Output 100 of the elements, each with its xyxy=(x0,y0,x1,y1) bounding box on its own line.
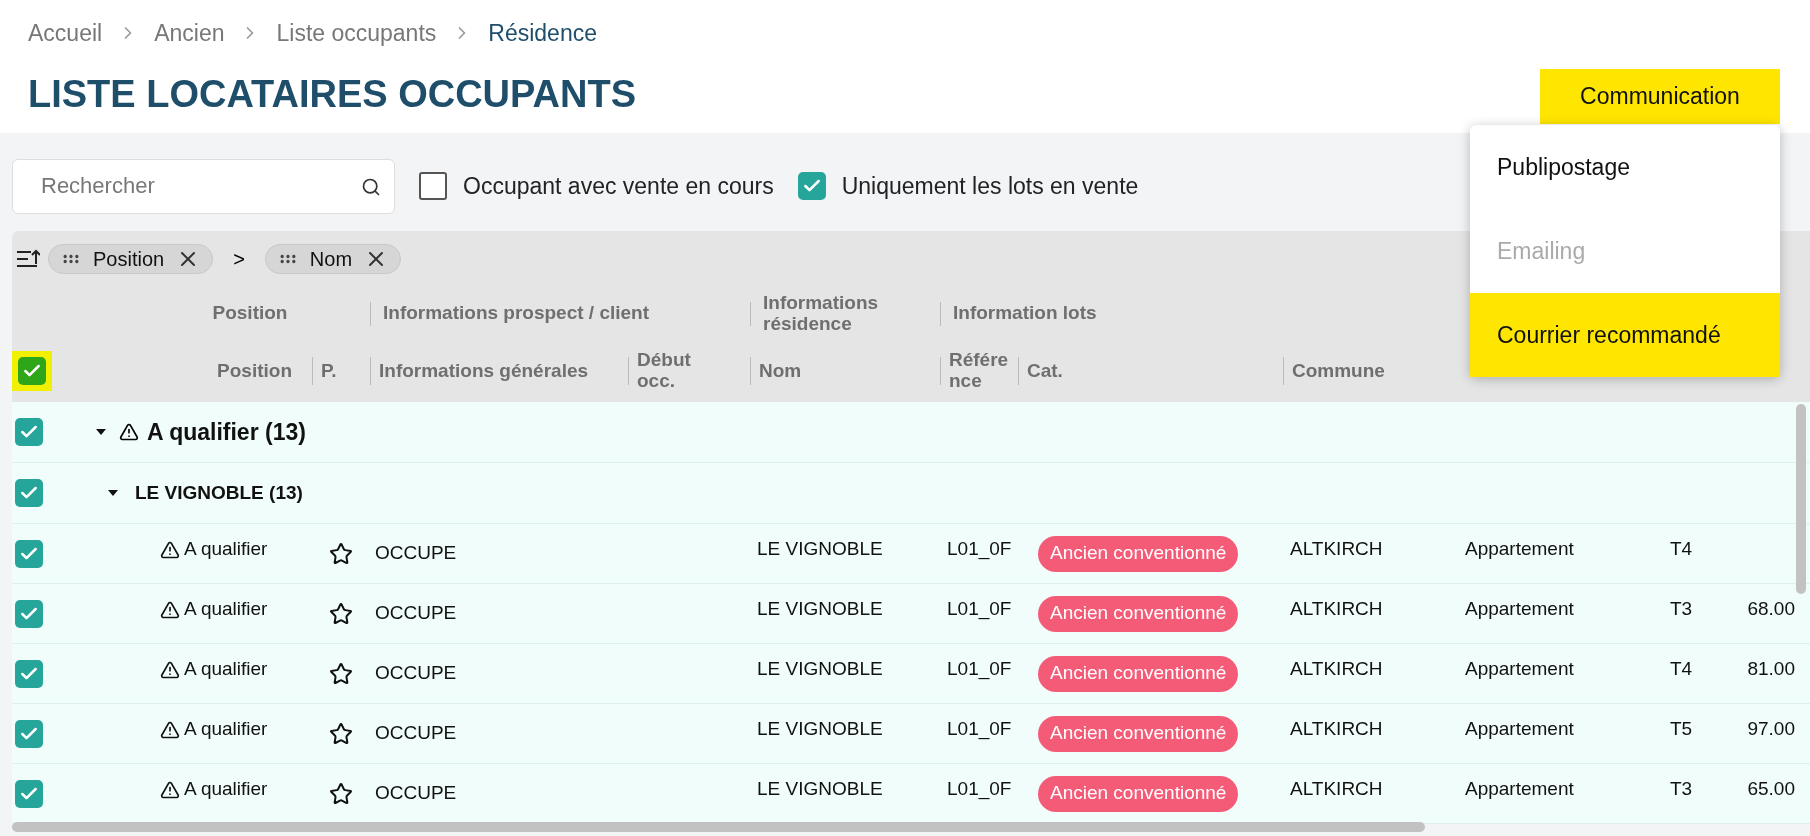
type-text: Appartement xyxy=(1465,657,1574,682)
surface-text: 81.00 xyxy=(1747,657,1795,682)
category-tag: Ancien conventionné xyxy=(1038,595,1239,632)
type-text: Appartement xyxy=(1465,777,1574,802)
checkbox[interactable] xyxy=(797,172,826,200)
checkbox[interactable] xyxy=(15,479,43,507)
type-text: Appartement xyxy=(1465,717,1574,742)
residence-name: LE VIGNOBLE xyxy=(757,537,883,562)
column-header[interactable]: Référence xyxy=(949,350,1009,392)
position-text: A qualifier xyxy=(184,657,268,682)
grouping-chip[interactable]: Position xyxy=(48,244,214,274)
commune-text: ALTKIRCH xyxy=(1290,777,1383,802)
group-label: A qualifier (13) xyxy=(147,417,306,447)
group-label: LE VIGNOBLE (13) xyxy=(135,480,303,505)
commune-text: ALTKIRCH xyxy=(1290,597,1383,622)
category-tag: Ancien conventionné xyxy=(1038,535,1239,572)
type-text: Appartement xyxy=(1465,597,1574,622)
star-icon[interactable] xyxy=(329,601,353,626)
commune-text: ALTKIRCH xyxy=(1290,657,1383,682)
search-icon xyxy=(361,176,381,197)
column-header[interactable]: Position xyxy=(217,360,292,382)
checkbox[interactable] xyxy=(15,719,43,748)
checkbox[interactable] xyxy=(15,659,43,688)
occupancy-text: OCCUPE xyxy=(375,781,457,806)
category-tag: Ancien conventionné xyxy=(1038,715,1239,752)
star-icon[interactable] xyxy=(329,781,353,806)
chip-label: Nom xyxy=(309,247,353,272)
position-text: A qualifier xyxy=(184,537,268,562)
column-header[interactable]: Début occ. xyxy=(637,350,697,392)
reference-text: L01_0F xyxy=(947,657,1012,682)
occupancy-text: OCCUPE xyxy=(375,721,457,746)
menu-item[interactable]: Courrier recommandé xyxy=(1470,293,1780,377)
occupancy-text: OCCUPE xyxy=(375,541,457,566)
type-code-text: T5 xyxy=(1670,717,1693,742)
breadcrumb-link[interactable]: Accueil xyxy=(28,16,103,51)
column-header[interactable]: Commune xyxy=(1292,360,1385,382)
checkbox[interactable] xyxy=(15,418,43,446)
type-code-text: T4 xyxy=(1670,537,1693,562)
communication-button[interactable]: Communication xyxy=(1540,69,1780,124)
type-code-text: T4 xyxy=(1670,657,1693,682)
checkbox[interactable] xyxy=(15,779,43,808)
star-icon[interactable] xyxy=(329,661,353,686)
reference-text: L01_0F xyxy=(947,717,1012,742)
search-field[interactable]: Rechercher xyxy=(12,158,395,214)
category-tag: Ancien conventionné xyxy=(1038,775,1239,812)
caret-icon[interactable] xyxy=(95,428,107,436)
separator-text: > xyxy=(232,247,246,272)
column-header[interactable]: Informations générales xyxy=(379,360,589,382)
position-text: A qualifier xyxy=(184,717,268,742)
surface-text: 68.00 xyxy=(1747,597,1795,622)
commune-text: ALTKIRCH xyxy=(1290,717,1383,742)
column-group-header: Informations prospect / client xyxy=(383,303,650,324)
checkbox[interactable] xyxy=(419,172,447,200)
column-header[interactable]: P. xyxy=(321,360,337,382)
occupancy-text: OCCUPE xyxy=(375,661,457,686)
position-text: A qualifier xyxy=(184,777,268,802)
menu-item[interactable]: Publipostage xyxy=(1470,125,1780,209)
page-title: LISTE LOCATAIRES OCCUPANTS xyxy=(28,74,636,113)
warning-icon xyxy=(160,539,180,560)
column-header[interactable]: Nom xyxy=(759,360,802,382)
residence-name: LE VIGNOBLE xyxy=(757,717,883,742)
residence-name: LE VIGNOBLE xyxy=(757,597,883,622)
vertical-scrollbar[interactable] xyxy=(1796,404,1806,594)
warning-icon xyxy=(160,779,180,800)
occupancy-text: OCCUPE xyxy=(375,601,457,626)
warning-icon xyxy=(160,599,180,620)
caret-icon[interactable] xyxy=(107,489,119,497)
checkbox[interactable] xyxy=(18,357,46,385)
checkbox[interactable] xyxy=(15,599,43,628)
star-icon[interactable] xyxy=(329,541,353,566)
residence-name: LE VIGNOBLE xyxy=(757,777,883,802)
column-header[interactable]: Cat. xyxy=(1027,360,1063,382)
column-group-header: Position xyxy=(212,303,288,324)
warning-icon xyxy=(119,422,139,442)
reference-text: L01_0F xyxy=(947,597,1012,622)
filter-label: Occupant avec vente en cours xyxy=(463,171,774,201)
column-group-header: Informations résidence xyxy=(763,292,880,335)
chip-label: Position xyxy=(93,247,165,272)
reference-text: L01_0F xyxy=(947,537,1012,562)
warning-icon xyxy=(160,719,180,740)
breadcrumb-link[interactable]: Liste occupants xyxy=(276,16,437,51)
surface-text: 97.00 xyxy=(1747,717,1795,742)
checkbox[interactable] xyxy=(15,539,43,568)
residence-name: LE VIGNOBLE xyxy=(757,657,883,682)
filter-label: Uniquement les lots en vente xyxy=(841,171,1139,201)
column-group-header: Information lots xyxy=(953,303,1097,324)
breadcrumb-link[interactable]: Résidence xyxy=(488,16,597,51)
type-code-text: T3 xyxy=(1670,777,1693,802)
grouping-chip[interactable]: Nom xyxy=(264,244,402,274)
group-sort-icon[interactable] xyxy=(16,248,40,270)
warning-icon xyxy=(160,659,180,680)
breadcrumb-link[interactable]: Ancien xyxy=(154,16,225,51)
reference-text: L01_0F xyxy=(947,777,1012,802)
horizontal-scrollbar[interactable] xyxy=(12,822,1425,832)
surface-text: 65.00 xyxy=(1747,777,1795,802)
star-icon[interactable] xyxy=(329,721,353,746)
type-text: Appartement xyxy=(1465,537,1574,562)
position-text: A qualifier xyxy=(184,597,268,622)
category-tag: Ancien conventionné xyxy=(1038,655,1239,692)
type-code-text: T3 xyxy=(1670,597,1693,622)
